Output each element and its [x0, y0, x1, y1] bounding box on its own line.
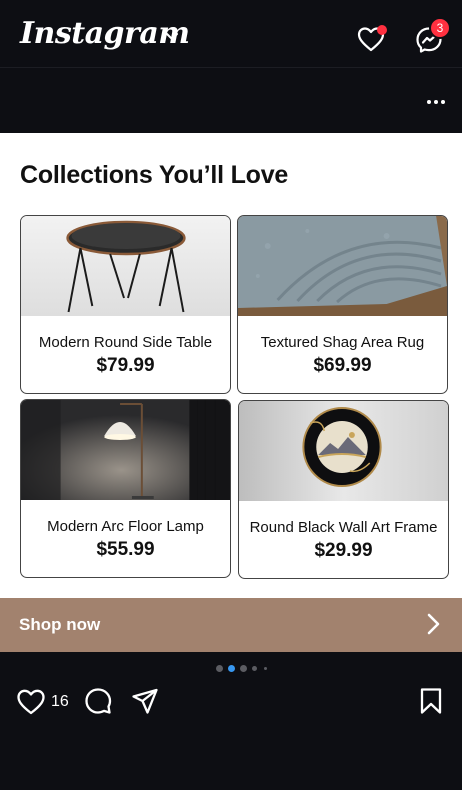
instagram-logo[interactable]: Instagram	[20, 16, 190, 51]
carousel-dot	[264, 667, 267, 670]
post-content[interactable]: Collections You’ll Love Modern Round Sid…	[0, 133, 462, 598]
comment-icon[interactable]	[84, 687, 112, 715]
product-image-side-table	[21, 216, 230, 316]
product-card[interactable]: Modern Round Side Table $79.99	[20, 215, 231, 394]
top-bar: Instagram 3	[0, 0, 462, 68]
collection-heading: Collections You’ll Love	[20, 161, 289, 189]
product-price: $69.99	[313, 355, 372, 376]
product-card[interactable]: Round Black Wall Art Frame $29.99	[238, 400, 449, 579]
like-icon[interactable]	[16, 688, 46, 716]
carousel-dot	[216, 665, 223, 672]
messages-badge: 3	[429, 17, 451, 39]
more-dot	[441, 100, 445, 104]
carousel-dot	[252, 666, 257, 671]
more-icon[interactable]	[424, 95, 448, 109]
product-name: Textured Shag Area Rug	[260, 334, 425, 351]
product-price: $55.99	[96, 539, 155, 560]
product-image-shag-rug	[238, 216, 447, 316]
carousel-dot-active	[228, 665, 235, 672]
product-name: Modern Round Side Table	[38, 334, 213, 351]
carousel-dot	[240, 665, 247, 672]
post-actions: 16	[0, 682, 462, 722]
post-header	[0, 69, 462, 133]
product-image-wall-art	[239, 401, 448, 501]
product-name: Round Black Wall Art Frame	[249, 519, 438, 536]
product-name: Modern Arc Floor Lamp	[47, 518, 204, 535]
more-dot	[427, 100, 431, 104]
share-icon[interactable]	[131, 687, 159, 715]
more-dot	[434, 100, 438, 104]
product-price: $29.99	[314, 540, 373, 561]
product-card[interactable]: Textured Shag Area Rug $69.99	[237, 215, 448, 394]
shop-now-label: Shop now	[19, 615, 101, 634]
notification-dot	[377, 25, 387, 35]
like-count: 16	[51, 693, 69, 710]
product-image-floor-lamp	[21, 400, 230, 500]
chevron-right-icon	[427, 613, 440, 635]
product-price: $79.99	[96, 355, 155, 376]
product-card[interactable]: Modern Arc Floor Lamp $55.99	[20, 399, 231, 578]
carousel-indicator	[0, 664, 462, 674]
shop-now-button[interactable]: Shop now	[0, 598, 462, 652]
bookmark-icon[interactable]	[418, 687, 444, 715]
chevron-down-icon[interactable]	[166, 33, 178, 41]
